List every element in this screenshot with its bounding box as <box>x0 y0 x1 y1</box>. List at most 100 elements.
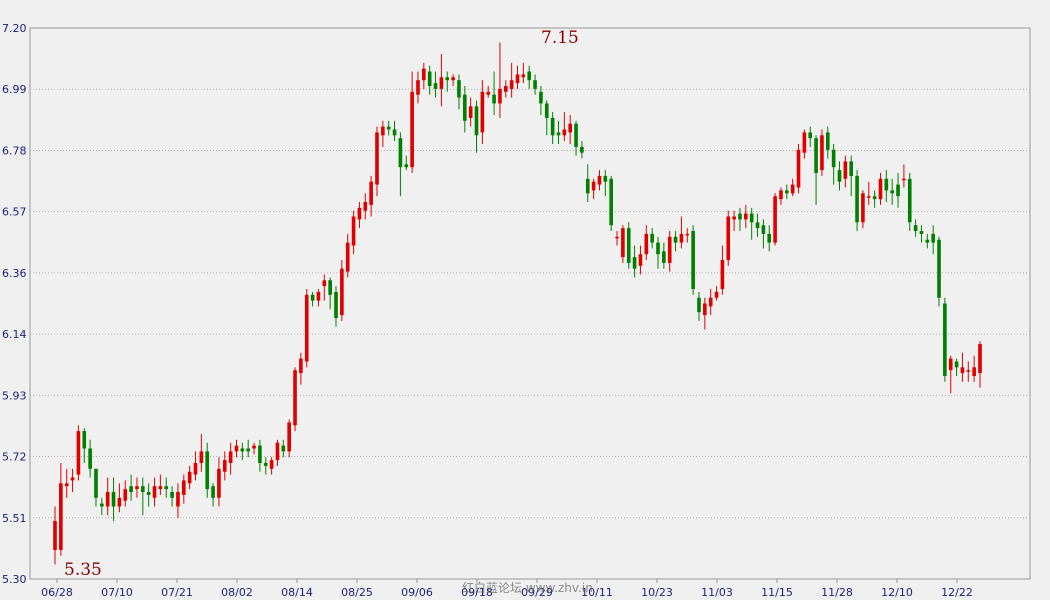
candle-body <box>486 91 491 95</box>
candle-body <box>509 80 514 89</box>
candle-body <box>474 106 479 136</box>
candle-body <box>591 181 596 191</box>
y-axis-ticks: 7.20 6.99 6.78 6.57 6.36 6.14 5.93 5.72 5.51 5.30 <box>2 22 27 586</box>
candle-body <box>234 445 239 452</box>
x-tick-label: 12/10 <box>881 586 913 599</box>
candle-body <box>433 83 438 89</box>
x-tick-label: 08/14 <box>281 586 313 599</box>
candle <box>691 225 695 295</box>
candle-body <box>480 91 485 133</box>
candle-body <box>123 489 128 501</box>
candle-body <box>703 303 707 316</box>
candle-body <box>287 422 291 452</box>
candle-body <box>228 451 233 463</box>
candle-body <box>468 106 473 118</box>
x-tick-label: 11/28 <box>821 586 853 599</box>
candle-body <box>849 161 854 176</box>
candle-body <box>392 129 397 136</box>
candle <box>907 173 912 231</box>
candle <box>609 175 613 231</box>
candle-body <box>129 486 133 492</box>
candle-body <box>896 184 900 197</box>
x-tick-label: 11/03 <box>701 586 733 599</box>
y-tick-label: 5.51 <box>2 512 27 525</box>
candle-body <box>790 184 795 194</box>
candle-body <box>445 77 450 81</box>
candle-body <box>855 175 859 223</box>
candle-body <box>884 178 889 191</box>
candle-body <box>304 294 309 362</box>
x-tick-label: 07/21 <box>161 586 193 599</box>
x-tick-label: 10/23 <box>641 586 673 599</box>
candle-body <box>913 225 918 231</box>
x-tick-label: 09/06 <box>401 586 433 599</box>
candle-body <box>902 178 906 181</box>
candle-body <box>866 196 871 198</box>
candle-body <box>111 492 116 507</box>
candle-body <box>861 193 865 223</box>
candle-body <box>802 132 807 153</box>
candle-body <box>410 91 414 168</box>
candle <box>855 170 859 231</box>
candle-body <box>749 213 754 223</box>
candle-body <box>580 146 584 153</box>
candle-body <box>726 216 731 260</box>
candle-body <box>82 431 87 449</box>
candle-body <box>164 486 169 490</box>
candle <box>943 297 947 382</box>
candle-body <box>773 196 777 243</box>
candle-body <box>427 71 432 86</box>
candle-body <box>457 80 461 98</box>
x-tick-label: 08/25 <box>341 586 373 599</box>
candle-body <box>831 149 836 168</box>
candle-body <box>451 77 455 81</box>
y-tick-label: 6.78 <box>2 144 27 157</box>
candle-body <box>88 448 92 469</box>
candle-body <box>837 170 842 182</box>
candle-body <box>673 236 678 243</box>
candle <box>340 260 344 321</box>
candle-body <box>152 486 157 498</box>
candle-body <box>732 216 736 220</box>
candle-body <box>656 242 660 255</box>
candle-body <box>609 178 613 226</box>
candle-body <box>919 231 924 234</box>
candle-body <box>954 361 959 368</box>
candle-body <box>59 483 63 550</box>
candle-body <box>960 367 965 374</box>
candle-body <box>146 492 151 495</box>
candle-body <box>820 135 824 171</box>
candle-body <box>784 190 789 194</box>
candle-body <box>422 68 426 81</box>
candle-body <box>872 196 877 200</box>
candle-body <box>340 268 344 316</box>
candle-body <box>808 132 813 139</box>
plot-area <box>29 27 1031 580</box>
candle-body <box>925 239 930 243</box>
candle-body <box>322 280 327 287</box>
candle <box>293 367 297 432</box>
y-tick-label: 6.57 <box>2 206 27 219</box>
candle-body <box>638 254 643 266</box>
candle-body <box>667 236 672 263</box>
y-tick-label: 5.93 <box>2 389 27 402</box>
candle-body <box>515 74 520 84</box>
candle-body <box>603 175 608 182</box>
candle-body <box>708 297 713 307</box>
candle-body <box>843 161 848 179</box>
y-tick-label: 6.14 <box>2 328 27 341</box>
x-tick-label: 08/02 <box>221 586 253 599</box>
candle-body <box>158 486 163 490</box>
candle-body <box>187 471 192 484</box>
y-tick-label: 6.36 <box>2 267 27 280</box>
candle-body <box>76 431 81 475</box>
candle-body <box>357 207 362 220</box>
candle-body <box>398 138 403 168</box>
candle-body <box>544 103 549 118</box>
candle-body <box>351 216 356 246</box>
candle-body <box>492 94 496 104</box>
candle-body <box>404 164 409 168</box>
candle-body <box>556 132 561 136</box>
low-annotation: 5.35 <box>64 560 102 580</box>
candlestick-chart: 7.20 6.99 6.78 6.57 6.36 6.14 5.93 5.72 5.51 5.30… <box>2 22 1031 599</box>
